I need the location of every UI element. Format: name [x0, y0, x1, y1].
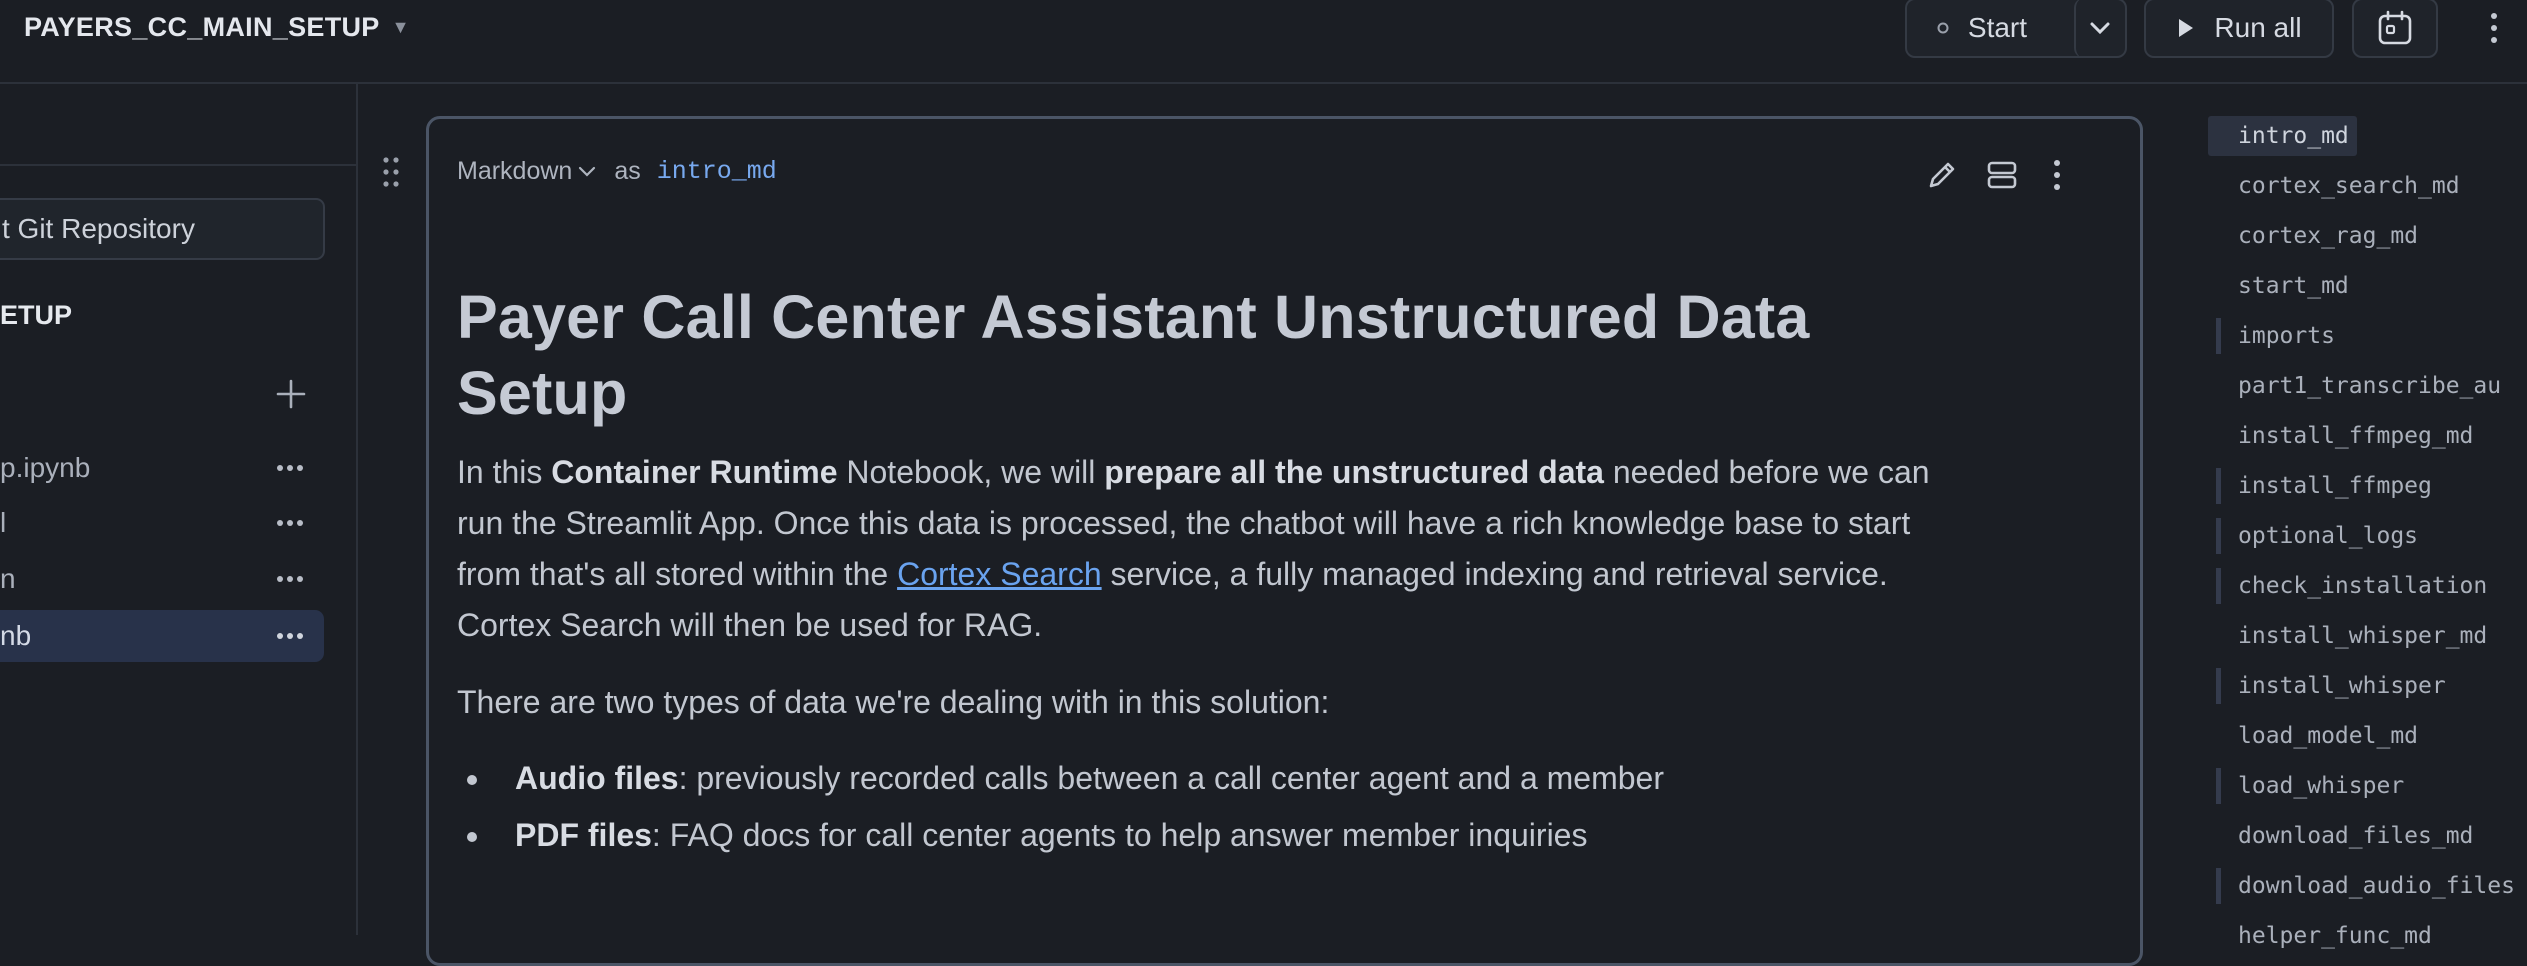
file-sidebar: t Git Repository ETUP p.ipynb l n nb — [0, 84, 358, 935]
git-button-label: t Git Repository — [2, 213, 195, 244]
run-all-label: Run all — [2214, 12, 2302, 43]
bold-text: prepare all the unstructured data — [1104, 454, 1604, 490]
list-item: PDF files: FAQ docs for call center agen… — [457, 807, 1977, 864]
outline-item[interactable]: load_model_md — [2208, 716, 2426, 756]
markdown-paragraph: There are two types of data we're dealin… — [457, 684, 1330, 720]
more-horizontal-icon[interactable] — [276, 626, 304, 646]
git-repository-button[interactable]: t Git Repository — [0, 198, 325, 260]
outline-item[interactable]: helper_func_md — [2208, 916, 2440, 956]
cell-as-label: as — [614, 157, 641, 185]
markdown-title: Payer Call Center Assistant Unstructured… — [457, 283, 1810, 427]
markdown-content: Payer Call Center Assistant Unstructured… — [457, 279, 1977, 864]
cell-outline-panel: intro_md cortex_search_md cortex_rag_md … — [2188, 84, 2527, 949]
start-button-group: Start — [1905, 0, 2127, 58]
run-all-button[interactable]: Run all — [2144, 0, 2334, 58]
sidebar-section-title: ETUP — [0, 300, 73, 330]
bold-text: Container Runtime — [551, 454, 838, 490]
outline-item[interactable]: imports — [2208, 316, 2343, 356]
markdown-cell[interactable]: Markdown as intro_md Payer Call Center A… — [426, 116, 2143, 966]
circle-status-icon — [1937, 22, 1949, 34]
outline-item[interactable]: check_installation — [2208, 566, 2495, 606]
drag-handle-icon[interactable] — [382, 156, 400, 188]
more-horizontal-icon[interactable] — [276, 569, 304, 589]
outline-item[interactable]: install_ffmpeg_md — [2208, 416, 2481, 456]
list-item: Audio files: previously recorded calls b… — [457, 750, 1977, 807]
outline-item[interactable]: part1_transcribe_au — [2208, 366, 2509, 406]
outline-item[interactable]: start_md — [2208, 266, 2357, 306]
notebook-title-dropdown[interactable]: PAYERS_CC_MAIN_SETUP ▼ — [24, 12, 410, 43]
schedule-button[interactable] — [2352, 0, 2438, 58]
collapse-cell-icon[interactable] — [1984, 157, 2020, 193]
bold-text: Audio files — [515, 760, 679, 796]
file-item[interactable]: n — [0, 553, 324, 605]
text-run: In this — [457, 454, 552, 490]
caret-down-icon: ▼ — [391, 17, 410, 37]
notebook-main: Markdown as intro_md Payer Call Center A… — [358, 84, 2188, 966]
outline-item[interactable]: download_files_md — [2208, 816, 2481, 856]
notebook-title: PAYERS_CC_MAIN_SETUP — [24, 12, 380, 42]
more-vertical-icon[interactable] — [2484, 8, 2504, 48]
start-label: Start — [1967, 12, 2028, 43]
cell-name[interactable]: intro_md — [657, 157, 777, 186]
sidebar-divider — [0, 164, 356, 166]
file-item-label: l — [0, 507, 7, 538]
outline-item[interactable]: cortex_rag_md — [2208, 216, 2426, 256]
more-horizontal-icon[interactable] — [276, 513, 304, 533]
chevron-down-icon — [2090, 22, 2110, 35]
file-item-active[interactable]: nb — [0, 610, 324, 662]
outline-item[interactable]: load_whisper — [2208, 766, 2412, 806]
file-item[interactable]: p.ipynb — [0, 442, 324, 494]
file-item-label: nb — [0, 620, 32, 651]
outline-item[interactable]: install_whisper_md — [2208, 616, 2495, 656]
file-item[interactable]: l — [0, 497, 324, 549]
start-button[interactable]: Start — [1907, 0, 2056, 58]
more-horizontal-icon[interactable] — [276, 458, 304, 478]
plus-icon[interactable] — [276, 379, 306, 409]
pencil-edit-icon[interactable] — [1924, 157, 1960, 193]
markdown-list: Audio files: previously recorded calls b… — [457, 750, 1977, 864]
outline-item[interactable]: download_audio_files — [2208, 866, 2523, 906]
text-run: Notebook, we will — [837, 454, 1105, 490]
text-run: : previously recorded calls between a ca… — [678, 760, 1664, 796]
outline-item[interactable]: install_ffmpeg — [2208, 466, 2440, 506]
calendar-icon — [2378, 10, 2412, 45]
chevron-down-icon — [579, 166, 596, 177]
outline-item[interactable]: optional_logs — [2208, 516, 2426, 556]
markdown-paragraph: In this Container Runtime Notebook, we w… — [457, 447, 1977, 651]
more-vertical-icon[interactable] — [2039, 157, 2075, 193]
top-bar: PAYERS_CC_MAIN_SETUP ▼ Start Run all — [0, 0, 2527, 84]
file-item-label: p.ipynb — [0, 452, 91, 483]
outline-item-active[interactable]: intro_md — [2208, 116, 2357, 156]
cortex-search-link[interactable]: Cortex Search — [897, 556, 1102, 592]
outline-item[interactable]: install_whisper — [2208, 666, 2454, 706]
text-run: : FAQ docs for call center agents to hel… — [651, 817, 1588, 853]
bold-text: PDF files — [515, 817, 652, 853]
start-dropdown-button[interactable] — [2073, 0, 2125, 58]
cell-header: Markdown as intro_md — [457, 157, 777, 186]
play-icon — [2179, 19, 2194, 37]
cell-type-label: Markdown — [457, 157, 573, 185]
file-item-label: n — [0, 563, 16, 594]
outline-item[interactable]: cortex_search_md — [2208, 166, 2468, 206]
cell-type-dropdown[interactable]: Markdown — [457, 157, 596, 186]
